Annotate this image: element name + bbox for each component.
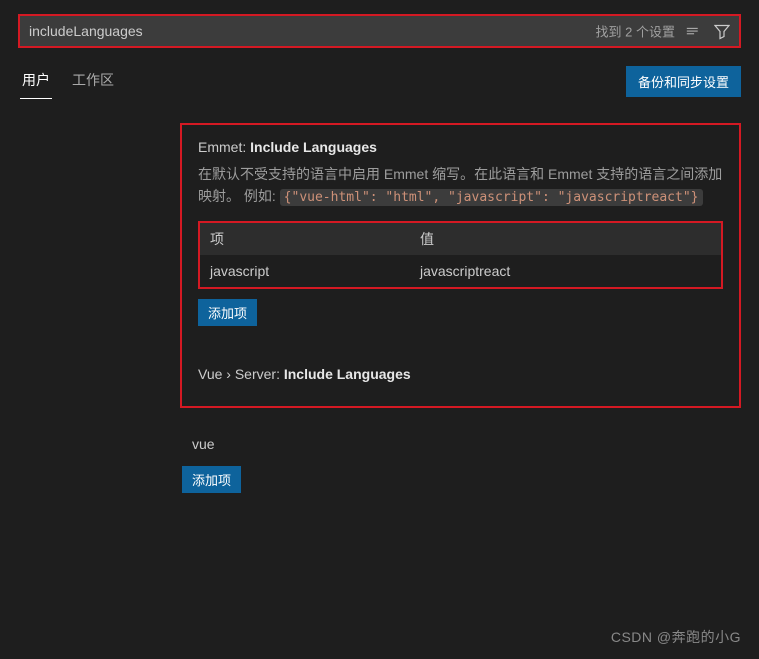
setting-title: Vue › Server: Include Languages: [198, 366, 723, 382]
kv-header-key: 项: [210, 229, 420, 249]
setting-desc-code: {"vue-html": "html", "javascript": "java…: [280, 189, 703, 206]
vue-server-include-languages-block: vue 添加项: [180, 430, 741, 493]
setting-title-name: Include Languages: [284, 366, 411, 382]
tabs-row: 用户 工作区 备份和同步设置: [0, 58, 759, 99]
kv-table: 项 值 javascript javascriptreact: [198, 221, 723, 289]
tab-user[interactable]: 用户: [20, 64, 52, 99]
emmet-include-languages-block: Emmet: Include Languages 在默认不受支持的语言中启用 E…: [180, 123, 741, 408]
setting-title-prefix: Vue › Server:: [198, 366, 284, 382]
kv-header: 项 值: [200, 223, 721, 255]
clear-search-icon[interactable]: [685, 22, 703, 40]
table-row[interactable]: javascript javascriptreact: [200, 255, 721, 287]
watermark: CSDN @奔跑的小G: [611, 627, 741, 647]
tab-workspace[interactable]: 工作区: [70, 64, 116, 99]
setting-title: Emmet: Include Languages: [198, 139, 723, 155]
search-result-count: 找到 2 个设置: [596, 22, 675, 41]
setting-title-name: Include Languages: [250, 139, 377, 155]
search-input-wrap: 找到 2 个设置: [18, 14, 741, 48]
search-right-controls: 找到 2 个设置: [596, 22, 731, 41]
kv-header-val: 值: [420, 229, 711, 249]
search-row: 找到 2 个设置: [0, 0, 759, 58]
backup-sync-button[interactable]: 备份和同步设置: [626, 66, 741, 97]
settings-content: Emmet: Include Languages 在默认不受支持的语言中启用 E…: [0, 99, 759, 493]
settings-scope-tabs: 用户 工作区: [20, 64, 116, 99]
kv-cell-val: javascriptreact: [420, 263, 711, 279]
add-item-button[interactable]: 添加项: [198, 299, 257, 326]
settings-filter-icon[interactable]: [713, 22, 731, 40]
setting-description: 在默认不受支持的语言中启用 Emmet 缩写。在此语言和 Emmet 支持的语言…: [198, 163, 723, 209]
add-item-button[interactable]: 添加项: [182, 466, 241, 493]
list-item[interactable]: vue: [182, 430, 739, 462]
kv-cell-key: javascript: [210, 263, 420, 279]
setting-title-prefix: Emmet:: [198, 139, 250, 155]
